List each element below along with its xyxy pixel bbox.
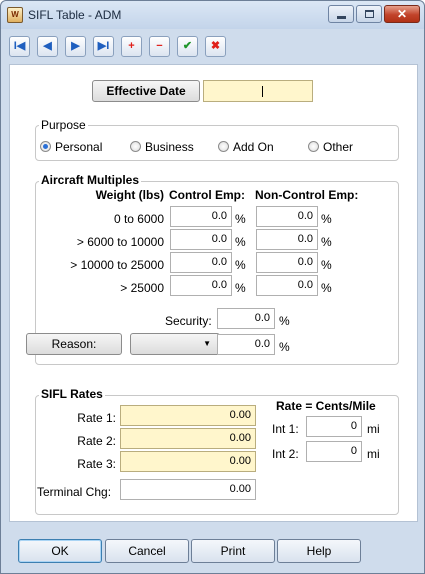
int2-unit: mi [367, 447, 380, 461]
add-record-button[interactable]: + [121, 36, 142, 57]
purpose-other-radio[interactable]: Other [308, 140, 353, 154]
control-emp-input[interactable]: 0.0 [170, 229, 232, 250]
print-button[interactable]: Print [191, 539, 275, 563]
sifl-table-window: W SIFL Table - ADM ✕ I◀ ◀ ▶ ▶I + − ✔ ✖ E… [0, 0, 425, 574]
percent-label: % [235, 235, 246, 249]
security-input[interactable]: 0.0 [217, 308, 275, 329]
int2-input[interactable]: 0 [306, 441, 362, 462]
control-emp-input[interactable]: 0.0 [170, 275, 232, 296]
purpose-title: Purpose [39, 118, 88, 132]
aircraft-multiples-title: Aircraft Multiples [39, 173, 142, 187]
control-emp-input[interactable]: 0.0 [170, 206, 232, 227]
chevron-down-icon: ▼ [203, 339, 211, 348]
next-icon: ▶ [71, 40, 80, 52]
effective-date-input[interactable] [203, 80, 313, 102]
reason-value-input[interactable]: 0.0 [217, 334, 275, 355]
check-icon: ✔ [182, 40, 193, 52]
purpose-other-label: Other [323, 140, 354, 154]
int1-unit: mi [367, 422, 380, 436]
plus-icon: + [128, 40, 135, 52]
last-record-button[interactable]: ▶I [93, 36, 114, 57]
rate2-label: Rate 2: [77, 434, 116, 448]
window-title: SIFL Table - ADM [28, 8, 122, 22]
minimize-button[interactable] [328, 5, 354, 23]
weight-row-label: > 6000 to 10000 [76, 235, 164, 249]
rate1-input[interactable]: 0.00 [120, 405, 256, 426]
purpose-addon-radio[interactable]: Add On [218, 140, 274, 154]
reason-button[interactable]: Reason: [26, 333, 122, 355]
non-control-emp-input[interactable]: 0.0 [256, 252, 318, 273]
prev-icon: ◀ [43, 40, 52, 52]
delete-record-button[interactable]: − [149, 36, 170, 57]
sifl-rates-title: SIFL Rates [39, 387, 105, 401]
rate3-input[interactable]: 0.00 [120, 451, 256, 472]
prev-record-button[interactable]: ◀ [37, 36, 58, 57]
percent-label: % [321, 258, 332, 272]
security-label: Security: [165, 314, 212, 328]
radio-icon [130, 141, 141, 152]
percent-label: % [321, 281, 332, 295]
int1-input[interactable]: 0 [306, 416, 362, 437]
first-record-button[interactable]: I◀ [9, 36, 30, 57]
terminal-charge-input[interactable]: 0.00 [120, 479, 256, 500]
maximize-button[interactable] [356, 5, 382, 23]
percent-label: % [235, 258, 246, 272]
int2-label: Int 2: [272, 447, 299, 461]
percent-label: % [279, 340, 290, 354]
purpose-business-radio[interactable]: Business [130, 140, 194, 154]
control-emp-input[interactable]: 0.0 [170, 252, 232, 273]
minimize-icon [337, 16, 346, 19]
radio-selected-icon [40, 141, 51, 152]
purpose-business-label: Business [145, 140, 194, 154]
help-button[interactable]: Help [277, 539, 361, 563]
percent-label: % [235, 281, 246, 295]
control-emp-header: Control Emp: [169, 188, 245, 202]
percent-label: % [321, 235, 332, 249]
weight-row-label: 0 to 6000 [113, 212, 164, 226]
minus-icon: − [156, 40, 163, 52]
app-icon: W [7, 7, 23, 23]
rate3-label: Rate 3: [77, 457, 116, 471]
percent-label: % [279, 314, 290, 328]
int1-label: Int 1: [272, 422, 299, 436]
text-caret [262, 86, 263, 97]
last-icon: ▶I [97, 40, 110, 52]
rate1-label: Rate 1: [77, 411, 116, 425]
cancel-edit-button[interactable]: ✖ [205, 36, 226, 57]
close-button[interactable]: ✕ [384, 5, 420, 23]
non-control-emp-header: Non-Control Emp: [255, 188, 359, 202]
main-panel: Effective Date Purpose Personal Business… [9, 64, 418, 522]
purpose-addon-label: Add On [233, 140, 274, 154]
ok-button[interactable]: OK [18, 539, 102, 563]
weight-column-header: Weight (lbs) [95, 188, 164, 202]
non-control-emp-input[interactable]: 0.0 [256, 229, 318, 250]
maximize-icon [365, 10, 374, 18]
weight-row-label: > 10000 to 25000 [70, 258, 164, 272]
reason-select[interactable]: ▼ [130, 333, 220, 355]
close-icon: ✕ [396, 7, 408, 21]
effective-date-button[interactable]: Effective Date [92, 80, 200, 102]
cancel-button[interactable]: Cancel [105, 539, 189, 563]
terminal-charge-label: Terminal Chg: [37, 485, 112, 499]
rate-unit-header: Rate = Cents/Mile [276, 399, 376, 413]
percent-label: % [321, 212, 332, 226]
radio-icon [308, 141, 319, 152]
weight-row-label: > 25000 [120, 281, 164, 295]
purpose-personal-radio[interactable]: Personal [40, 140, 102, 154]
purpose-personal-label: Personal [55, 140, 103, 154]
next-record-button[interactable]: ▶ [65, 36, 86, 57]
rate2-input[interactable]: 0.00 [120, 428, 256, 449]
x-icon: ✖ [210, 40, 221, 52]
non-control-emp-input[interactable]: 0.0 [256, 275, 318, 296]
radio-icon [218, 141, 229, 152]
first-icon: I◀ [13, 40, 26, 52]
non-control-emp-input[interactable]: 0.0 [256, 206, 318, 227]
title-bar[interactable]: W SIFL Table - ADM ✕ [1, 1, 424, 29]
percent-label: % [235, 212, 246, 226]
accept-button[interactable]: ✔ [177, 36, 198, 57]
